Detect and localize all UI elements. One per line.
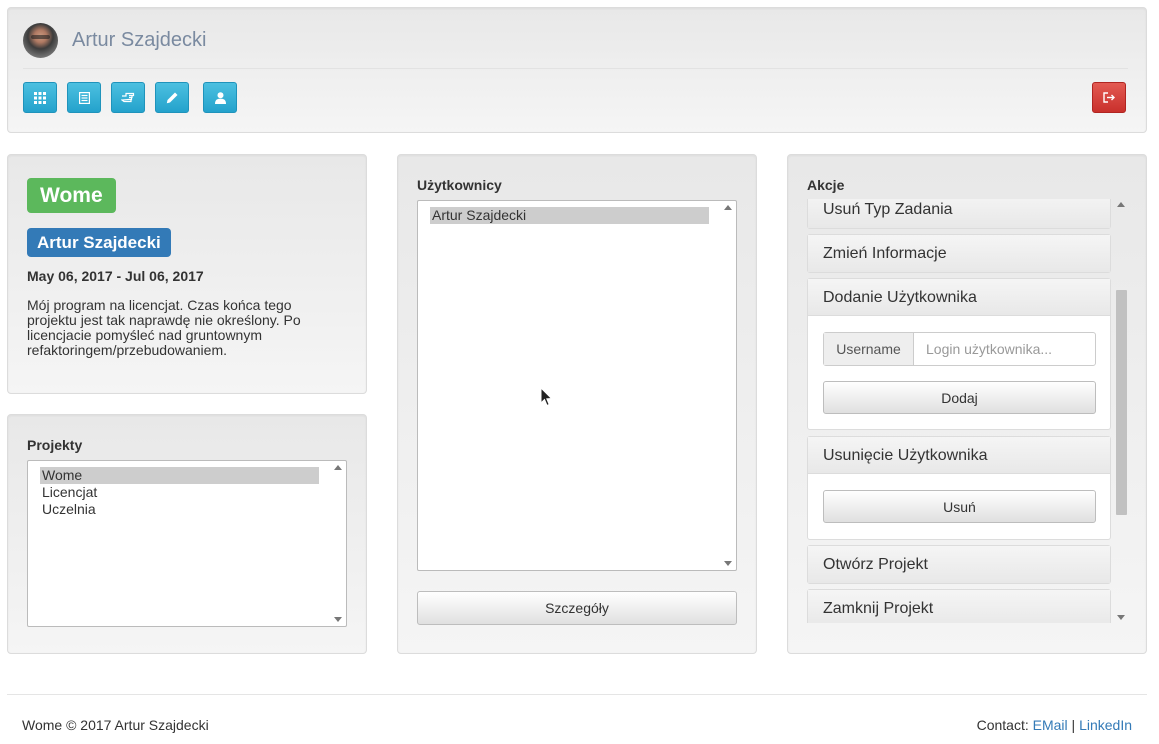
email-link[interactable]: EMail [1033, 717, 1068, 733]
scroll-up-icon[interactable] [334, 465, 342, 470]
project-description: Mój program na licencjat. Czas końca teg… [27, 297, 301, 358]
accordion-heading[interactable]: Zmień Informacje [808, 235, 1110, 272]
add-user-panel: Dodanie Użytkownika Username Dodaj [807, 278, 1111, 430]
grid-icon [34, 91, 46, 104]
scrollbar-thumb[interactable] [1116, 290, 1127, 515]
footer-contact: Contact: EMail | LinkedIn [977, 717, 1132, 733]
projects-panel: Projekty Wome Licencjat Uczelnia [7, 414, 367, 654]
header-user-name[interactable]: Artur Szajdecki [72, 29, 207, 52]
logout-button[interactable] [1092, 82, 1126, 113]
accordion-panel[interactable]: Zamknij Projekt [807, 589, 1111, 623]
accordion-panel[interactable]: Usuń Typ Zadania [807, 199, 1111, 229]
toolbar-edit-button[interactable] [155, 82, 189, 113]
accordion-heading[interactable]: Usunięcie Użytkownika [808, 437, 1110, 474]
list-item[interactable]: Uczelnia [40, 501, 319, 518]
mouse-cursor-icon [540, 387, 553, 407]
projects-title: Projekty [27, 437, 83, 453]
footer-divider [7, 694, 1147, 695]
username-input-group: Username [823, 332, 1096, 366]
avatar[interactable] [23, 23, 58, 58]
scroll-down-icon[interactable] [1117, 615, 1125, 620]
header-bar: Artur Szajdecki [7, 7, 1147, 133]
hand-pointer-icon [121, 92, 135, 103]
contact-label: Contact: [976, 717, 1029, 733]
pencil-icon [166, 92, 178, 103]
accordion-heading[interactable]: Usuń Typ Zadania [808, 199, 1110, 228]
users-listbox[interactable]: Artur Szajdecki [417, 200, 737, 571]
details-button[interactable]: Szczegóły [417, 591, 737, 625]
user-icon [214, 91, 226, 104]
header-divider [23, 68, 1128, 69]
toolbar-user-button[interactable] [203, 82, 237, 113]
username-addon: Username [824, 333, 914, 365]
list-item[interactable]: Licencjat [40, 484, 319, 501]
actions-panel: Akcje Usuń Typ Zadania Zmień Informacje … [787, 154, 1147, 654]
list-icon [78, 91, 90, 104]
footer-separator: | [1071, 717, 1076, 733]
remove-user-button[interactable]: Usuń [823, 490, 1096, 523]
remove-user-panel: Usunięcie Użytkownika Usuń [807, 436, 1111, 540]
accordion-heading[interactable]: Otwórz Projekt [808, 546, 1110, 583]
linkedin-link[interactable]: LinkedIn [1079, 717, 1132, 733]
project-info-panel: Wome Artur Szajdecki May 06, 2017 - Jul … [7, 154, 367, 394]
list-item[interactable]: Artur Szajdecki [430, 207, 709, 224]
project-owner-label: Artur Szajdecki [27, 228, 171, 257]
footer-copyright: Wome © 2017 Artur Szajdecki [22, 717, 209, 733]
accordion-heading[interactable]: Zamknij Projekt [808, 590, 1110, 623]
actions-title: Akcje [807, 177, 845, 193]
accordion-heading[interactable]: Dodanie Użytkownika [808, 279, 1110, 316]
scroll-down-icon[interactable] [334, 617, 342, 622]
project-dates: May 06, 2017 - Jul 06, 2017 [27, 268, 204, 284]
scroll-down-icon[interactable] [724, 561, 732, 566]
list-item[interactable]: Wome [40, 467, 319, 484]
toolbar-hand-button[interactable] [111, 82, 145, 113]
toolbar-list-button[interactable] [67, 82, 101, 113]
projects-scrollbar[interactable] [331, 462, 345, 625]
actions-accordion[interactable]: Usuń Typ Zadania Zmień Informacje Dodani… [807, 199, 1129, 623]
actions-scrollbar[interactable] [1114, 199, 1129, 623]
username-input[interactable] [914, 333, 1095, 365]
project-name-label: Wome [27, 178, 116, 213]
toolbar-grid-button[interactable] [23, 82, 57, 113]
users-title: Użytkownicy [417, 177, 502, 193]
accordion-panel[interactable]: Otwórz Projekt [807, 545, 1111, 584]
add-user-button[interactable]: Dodaj [823, 381, 1096, 414]
projects-listbox[interactable]: Wome Licencjat Uczelnia [27, 460, 347, 627]
accordion-panel[interactable]: Zmień Informacje [807, 234, 1111, 273]
scroll-up-icon[interactable] [724, 205, 732, 210]
logout-icon [1102, 92, 1115, 103]
users-scrollbar[interactable] [721, 202, 735, 569]
scroll-up-icon[interactable] [1117, 202, 1125, 207]
users-panel: Użytkownicy Artur Szajdecki Szczegóły [397, 154, 757, 654]
